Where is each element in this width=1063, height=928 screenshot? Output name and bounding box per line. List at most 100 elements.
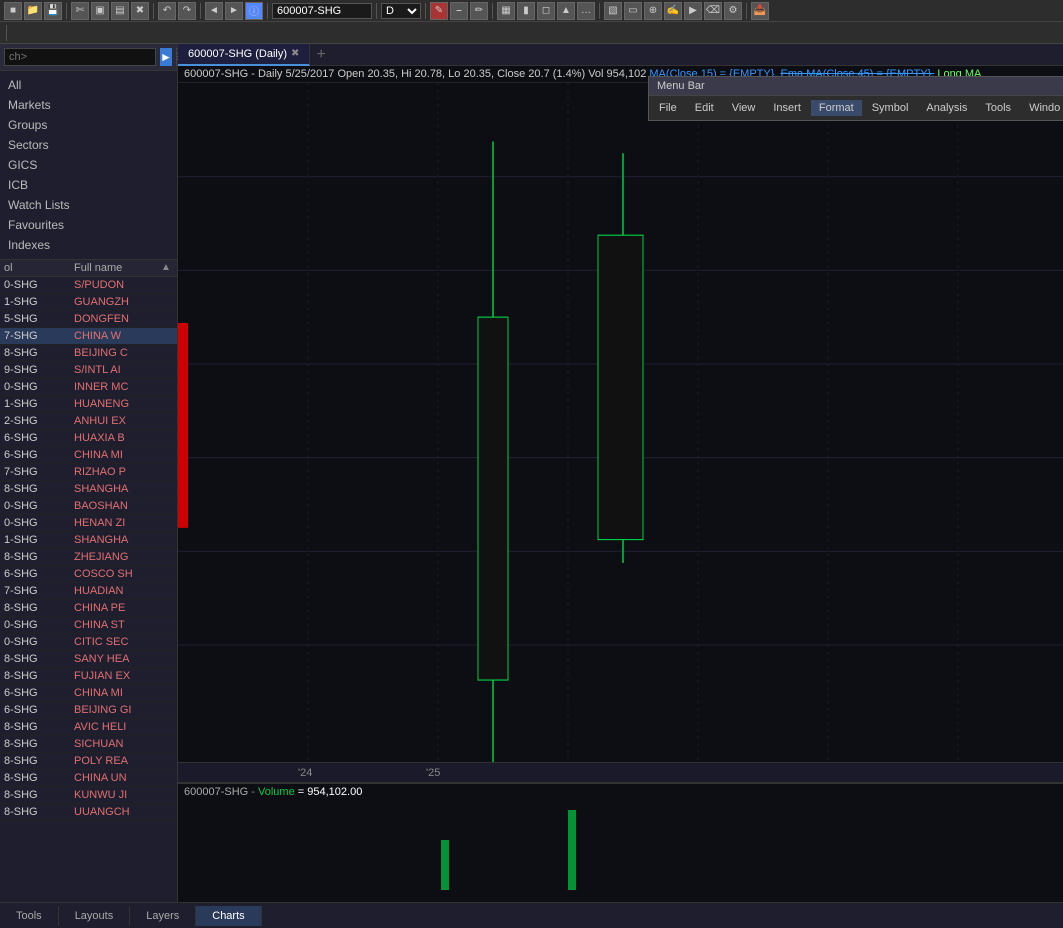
sidebar-item-all[interactable]: All (0, 75, 177, 95)
menu-analysis[interactable]: Analysis (918, 100, 975, 116)
close-icon[interactable]: ✖ (131, 2, 149, 20)
list-item[interactable]: 8-SHGUUANGCH (0, 804, 177, 821)
zoom-icon[interactable]: ⊕ (644, 2, 662, 20)
chart-info-text: 600007-SHG - Daily 5/25/2017 Open 20.35,… (184, 68, 646, 80)
sidebar-item-favourites[interactable]: Favourites (0, 215, 177, 235)
bar-icon[interactable]: ◻ (537, 2, 555, 20)
pencil-icon[interactable]: ✏ (470, 2, 488, 20)
list-item[interactable]: 9-SHGS/INTL AI (0, 362, 177, 379)
sidebar-item-groups[interactable]: Groups (0, 115, 177, 135)
menu-symbol[interactable]: Symbol (864, 100, 917, 116)
volume-text: Volume (258, 786, 295, 798)
list-item[interactable]: 7-SHGHUADIAN (0, 583, 177, 600)
sep3 (200, 3, 201, 19)
info-icon[interactable]: ⓘ (245, 2, 263, 20)
more-icon[interactable]: … (577, 2, 595, 20)
main-chart[interactable] (178, 83, 1063, 762)
sidebar-item-indexes[interactable]: Indexes (0, 235, 177, 255)
list-item-selected[interactable]: 7-SHGCHINA W (0, 328, 177, 345)
cursor-icon[interactable]: ▶ (684, 2, 702, 20)
sidebar-item-markets[interactable]: Markets (0, 95, 177, 115)
list-item[interactable]: 8-SHGKUNWU JI (0, 787, 177, 804)
sidebar-item-icb[interactable]: ICB (0, 175, 177, 195)
copy-icon[interactable]: ▣ (91, 2, 109, 20)
menu-bar-popup: Menu Bar File Edit View Insert Format Sy… (648, 76, 1063, 121)
sidebar-search-input[interactable] (4, 48, 156, 66)
forward-icon[interactable]: ► (225, 2, 243, 20)
list-item[interactable]: 6-SHGCHINA MI (0, 685, 177, 702)
new-icon[interactable]: ■ (4, 2, 22, 20)
back-icon[interactable]: ◄ (205, 2, 223, 20)
hand-icon[interactable]: ✍ (664, 2, 682, 20)
sep4 (267, 3, 268, 19)
area-icon[interactable]: ▲ (557, 2, 575, 20)
menu-tools[interactable]: Tools (977, 100, 1019, 116)
period-select[interactable]: D W M (381, 3, 421, 19)
menu-window[interactable]: Windo (1021, 100, 1063, 116)
sidebar-item-watchlists[interactable]: Watch Lists (0, 195, 177, 215)
sidebar-list-header: ol Full name ▲ (0, 259, 177, 277)
cut-icon[interactable]: ✄ (71, 2, 89, 20)
add-tab-button[interactable]: + (310, 44, 331, 66)
tab-close-button[interactable]: ✖ (291, 48, 299, 59)
list-item[interactable]: 8-SHGCHINA UN (0, 770, 177, 787)
list-item[interactable]: 8-SHGAVIC HELI (0, 719, 177, 736)
bottom-tab-layouts[interactable]: Layouts (59, 906, 131, 926)
list-item[interactable]: 8-SHGCHINA PE (0, 600, 177, 617)
eraser-icon[interactable]: ⌫ (704, 2, 722, 20)
menu-insert[interactable]: Insert (765, 100, 809, 116)
list-item[interactable]: 0-SHGCITIC SEC (0, 634, 177, 651)
list-item[interactable]: 0-SHGBAOSHAN (0, 498, 177, 515)
line-icon[interactable]: ⎯ (450, 2, 468, 20)
menu-view[interactable]: View (724, 100, 764, 116)
list-item[interactable]: 5-SHGDONGFEN (0, 311, 177, 328)
list-item[interactable]: 0-SHGS/PUDON (0, 277, 177, 294)
list-item[interactable]: 1-SHGGUANGZH (0, 294, 177, 311)
list-item[interactable]: 8-SHGFUJIAN EX (0, 668, 177, 685)
bottom-tab-tools[interactable]: Tools (0, 906, 59, 926)
list-item[interactable]: 8-SHGPOLY REA (0, 753, 177, 770)
list-item[interactable]: 8-SHGSICHUAN (0, 736, 177, 753)
list-item[interactable]: 0-SHGCHINA ST (0, 617, 177, 634)
chart-icon[interactable]: ▦ (497, 2, 515, 20)
list-item[interactable]: 6-SHGHUAXIA B (0, 430, 177, 447)
list-item[interactable]: 2-SHGANHUI EX (0, 413, 177, 430)
x-axis: '24 '25 (178, 762, 1063, 782)
menu-format[interactable]: Format (811, 100, 862, 116)
sidebar-stock-list[interactable]: 0-SHGS/PUDON 1-SHGGUANGZH 5-SHGDONGFEN 7… (0, 277, 177, 902)
open-icon[interactable]: 📁 (24, 2, 42, 20)
list-item[interactable]: 8-SHGSANY HEA (0, 651, 177, 668)
list-item[interactable]: 1-SHGSHANGHA (0, 532, 177, 549)
tab-label: 600007-SHG (Daily) (188, 48, 287, 60)
list-item[interactable]: 8-SHGZHEJIANG (0, 549, 177, 566)
list-item[interactable]: 8-SHGBEIJING C (0, 345, 177, 362)
list-item[interactable]: 0-SHGHENAN ZI (0, 515, 177, 532)
sidebar-go-button[interactable]: ► (160, 48, 172, 66)
menu-file[interactable]: File (651, 100, 685, 116)
bottom-tab-layers[interactable]: Layers (130, 906, 196, 926)
redo-icon[interactable]: ↷ (178, 2, 196, 20)
sidebar-item-sectors[interactable]: Sectors (0, 135, 177, 155)
list-item[interactable]: 6-SHGBEIJING GI (0, 702, 177, 719)
fib-icon[interactable]: ▭ (624, 2, 642, 20)
symbol-input[interactable] (272, 3, 372, 19)
list-item[interactable]: 7-SHGRIZHAO P (0, 464, 177, 481)
list-item[interactable]: 8-SHGSHANGHA (0, 481, 177, 498)
menu-edit[interactable]: Edit (687, 100, 722, 116)
list-item[interactable]: 0-SHGINNER MC (0, 379, 177, 396)
sidebar-item-gics[interactable]: GICS (0, 155, 177, 175)
chart-tab[interactable]: 600007-SHG (Daily) ✖ (178, 44, 310, 66)
draw-icon[interactable]: ✎ (430, 2, 448, 20)
volume-dash: - (251, 786, 258, 798)
export-icon[interactable]: 📥 (751, 2, 769, 20)
bottom-tab-charts[interactable]: Charts (196, 906, 261, 926)
list-item[interactable]: 6-SHGCHINA MI (0, 447, 177, 464)
list-item[interactable]: 6-SHGCOSCO SH (0, 566, 177, 583)
save-icon[interactable]: 💾 (44, 2, 62, 20)
list-item[interactable]: 1-SHGHUANENG (0, 396, 177, 413)
settings-icon[interactable]: ⚙ (724, 2, 742, 20)
undo-icon[interactable]: ↶ (158, 2, 176, 20)
paste-icon[interactable]: ▤ (111, 2, 129, 20)
candle-icon[interactable]: ▮ (517, 2, 535, 20)
indicator-icon[interactable]: ▧ (604, 2, 622, 20)
